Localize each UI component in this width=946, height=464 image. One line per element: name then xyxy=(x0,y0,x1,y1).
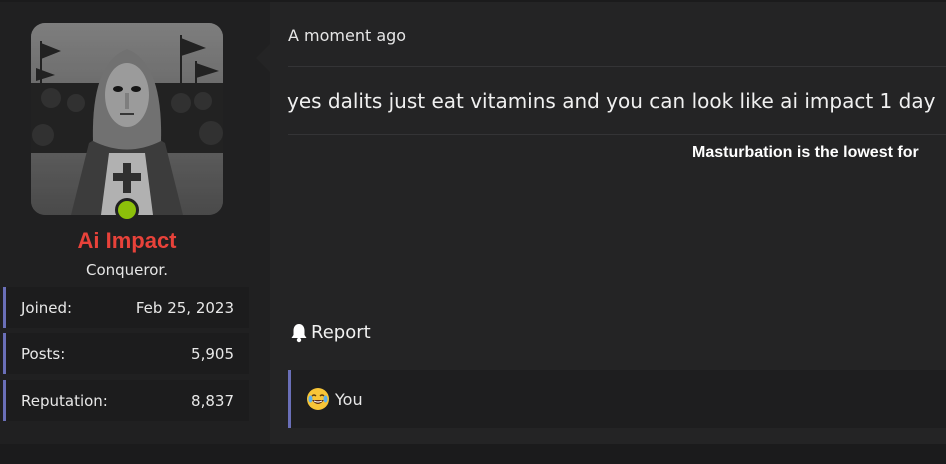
page-bottom-strip xyxy=(0,444,946,464)
avatar-image xyxy=(31,23,223,215)
stat-joined: Joined: Feb 25, 2023 xyxy=(3,287,249,328)
report-button[interactable]: Report xyxy=(290,322,371,343)
post-message: yes dalits just eat vitamins and you can… xyxy=(287,89,936,113)
stat-value: Feb 25, 2023 xyxy=(135,298,234,317)
message-pointer-arrow xyxy=(256,44,270,72)
stat-label: Joined: xyxy=(21,298,73,317)
stat-label: Posts: xyxy=(21,344,66,363)
post-timestamp[interactable]: A moment ago xyxy=(288,26,406,45)
username[interactable]: Ai Impact xyxy=(0,228,254,254)
stat-value: 8,837 xyxy=(191,391,234,410)
reactions-bar[interactable]: You xyxy=(288,370,946,428)
stat-reputation: Reputation: 8,837 xyxy=(3,380,249,421)
bell-icon xyxy=(290,323,308,343)
user-signature: Masturbation is the lowest for xyxy=(692,144,919,161)
stat-label: Reputation: xyxy=(21,391,108,410)
divider xyxy=(288,66,946,67)
post-container: Ai Impact Conqueror. Joined: Feb 25, 202… xyxy=(0,2,946,444)
user-info-panel: Ai Impact Conqueror. Joined: Feb 25, 202… xyxy=(0,2,270,444)
stat-value: 5,905 xyxy=(191,344,234,363)
crying-laughing-emoji-icon xyxy=(307,388,329,410)
reaction-users[interactable]: You xyxy=(335,390,363,409)
stat-posts: Posts: 5,905 xyxy=(3,333,249,374)
user-avatar[interactable] xyxy=(31,23,223,215)
signature-divider xyxy=(288,134,946,135)
report-label: Report xyxy=(311,322,371,343)
user-title: Conqueror. xyxy=(86,261,168,279)
online-status-indicator xyxy=(115,198,139,222)
